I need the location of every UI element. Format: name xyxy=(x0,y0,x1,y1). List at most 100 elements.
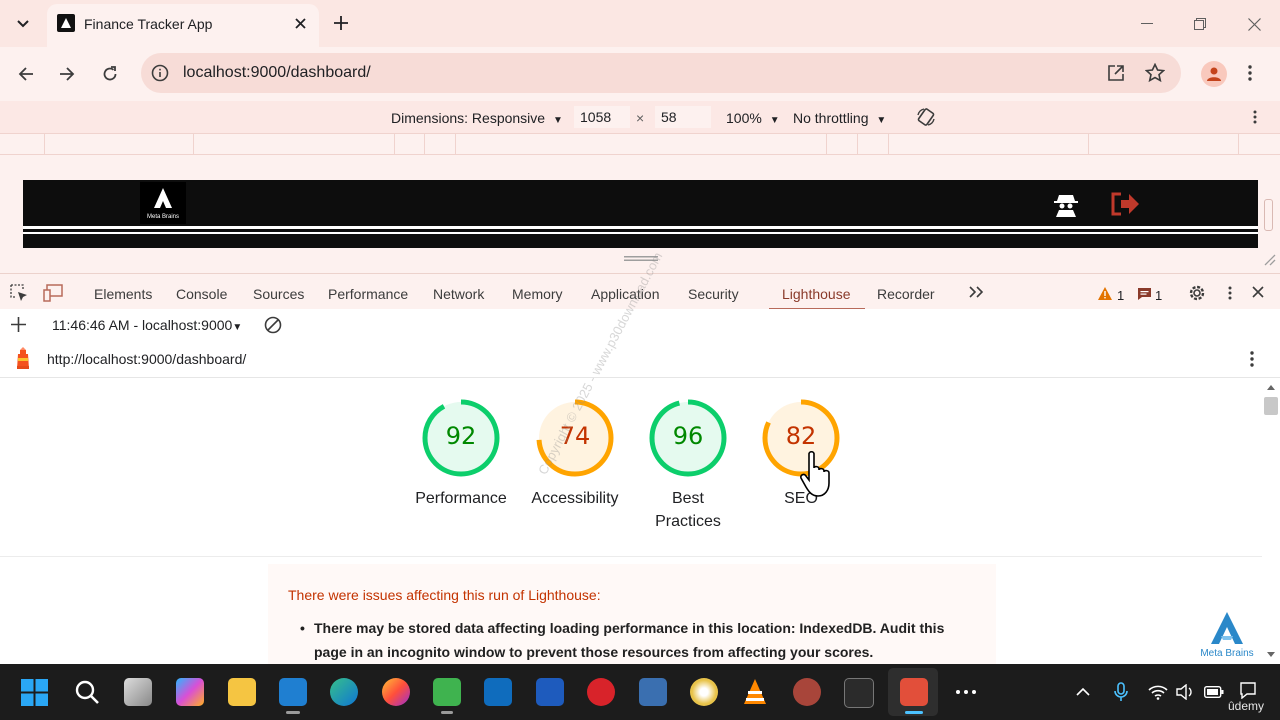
width-input[interactable]: 1058 xyxy=(574,106,630,128)
zoom-select[interactable]: 100% ▼ xyxy=(726,110,780,126)
tab-search-button[interactable] xyxy=(10,12,36,36)
vscode-icon[interactable] xyxy=(279,678,307,706)
report-menu-icon[interactable] xyxy=(1250,351,1254,367)
reload-button[interactable] xyxy=(97,61,123,87)
minimize-button[interactable] xyxy=(1135,12,1159,36)
tab-console[interactable]: Console xyxy=(176,286,227,302)
restore-icon xyxy=(1194,18,1206,30)
report-scrollbar[interactable] xyxy=(1262,378,1280,664)
wifi-icon[interactable] xyxy=(1148,684,1168,700)
profile-avatar[interactable] xyxy=(1201,61,1227,87)
device-toggle-icon[interactable] xyxy=(43,284,63,302)
message-icon[interactable] xyxy=(1138,288,1151,300)
spy-agent-icon[interactable] xyxy=(1052,190,1080,218)
tab-network[interactable]: Network xyxy=(433,286,484,302)
camtasia-icon[interactable] xyxy=(433,678,461,706)
task-view-icon[interactable] xyxy=(124,678,152,706)
report-select-value: 11:46:46 AM - localhost:9000 xyxy=(52,317,233,333)
url-text[interactable]: localhost:9000/dashboard/ xyxy=(183,64,371,82)
media-disc-icon[interactable] xyxy=(690,678,718,706)
score-gauge-best-practices[interactable]: 96 xyxy=(648,398,728,478)
copilot-tray-icon[interactable] xyxy=(1238,681,1258,699)
device-toolbar-more-icon[interactable] xyxy=(1253,110,1257,124)
close-devtools-icon[interactable] xyxy=(1252,286,1264,298)
warnings-count[interactable]: 1 xyxy=(1117,288,1124,303)
chrome-canary-icon[interactable] xyxy=(900,678,928,706)
more-apps-icon[interactable] xyxy=(956,690,976,694)
height-input[interactable]: 58 xyxy=(655,106,711,128)
warning-title: There were issues affecting this run of … xyxy=(288,587,601,603)
outlook-icon[interactable] xyxy=(484,678,512,706)
tab-close-icon[interactable] xyxy=(291,14,309,32)
browser-tab[interactable]: Finance Tracker App xyxy=(47,4,319,47)
reload-icon xyxy=(103,66,117,81)
restore-button[interactable] xyxy=(1188,12,1212,36)
score-gauge-performance[interactable]: 92 xyxy=(421,398,501,478)
site-info-icon[interactable] xyxy=(151,64,169,82)
dimensions-select[interactable]: Dimensions: Responsive ▼ xyxy=(391,110,563,126)
new-tab-button[interactable] xyxy=(330,12,352,34)
copilot-icon[interactable] xyxy=(176,678,204,706)
arrow-right-icon xyxy=(60,67,75,81)
user-photo-icon[interactable] xyxy=(793,678,821,706)
site-navbar: Meta Brains xyxy=(23,180,1258,248)
caret-down-icon: ▼ xyxy=(769,115,780,126)
back-button[interactable] xyxy=(13,61,39,87)
dimensions-label: Dimensions: Responsive xyxy=(391,110,546,126)
throttling-value: No throttling xyxy=(793,110,869,126)
remote-desktop-icon[interactable] xyxy=(639,678,667,706)
volume-icon[interactable] xyxy=(1176,684,1194,700)
inspect-element-icon[interactable] xyxy=(10,284,28,302)
tray-chevron-up-icon[interactable] xyxy=(1076,687,1090,696)
corner-resize-icon[interactable] xyxy=(1262,252,1276,266)
report-url[interactable]: http://localhost:9000/dashboard/ xyxy=(47,351,246,367)
warning-icon[interactable] xyxy=(1098,287,1112,300)
tab-recorder[interactable]: Recorder xyxy=(877,286,935,302)
address-bar[interactable]: localhost:9000/dashboard/ xyxy=(141,53,1181,93)
throttling-select[interactable]: No throttling ▼ xyxy=(793,110,886,126)
site-logo[interactable]: Meta Brains xyxy=(140,182,186,224)
forward-button[interactable] xyxy=(54,61,80,87)
tab-sources[interactable]: Sources xyxy=(253,286,304,302)
windows-start-icon[interactable] xyxy=(21,679,48,706)
new-report-plus-icon[interactable] xyxy=(11,317,26,332)
media-query-ruler[interactable] xyxy=(0,133,1280,155)
settings-gear-icon[interactable] xyxy=(1188,284,1206,302)
windows-taskbar: ûdemy xyxy=(0,664,1280,720)
open-in-new-window-icon[interactable] xyxy=(1107,64,1125,82)
gauge-label: Accessibility xyxy=(531,490,619,507)
tab-elements[interactable]: Elements xyxy=(94,286,152,302)
report-select[interactable]: 11:46:46 AM - localhost:9000▼ xyxy=(52,317,242,333)
running-indicator xyxy=(286,711,300,714)
zoom-value: 100% xyxy=(726,110,762,126)
microphone-icon[interactable] xyxy=(1114,682,1128,702)
terminal-icon[interactable] xyxy=(844,678,874,708)
plus-icon xyxy=(334,16,348,30)
close-window-button[interactable] xyxy=(1242,12,1266,36)
app-icon-red[interactable] xyxy=(587,678,615,706)
scores-divider xyxy=(0,556,1262,557)
firefox-icon[interactable] xyxy=(382,678,410,706)
gauge-label: Performance xyxy=(415,490,507,507)
tab-security[interactable]: Security xyxy=(688,286,739,302)
caret-down-icon: ▼ xyxy=(552,115,563,126)
vlc-icon[interactable] xyxy=(741,678,769,706)
word-icon[interactable] xyxy=(536,678,564,706)
devtools-menu-icon[interactable] xyxy=(1228,286,1232,300)
search-icon[interactable] xyxy=(74,679,100,705)
viewport-right-resize-handle[interactable] xyxy=(1264,199,1273,231)
bookmark-star-icon[interactable] xyxy=(1145,63,1165,83)
chrome-menu-icon[interactable] xyxy=(1248,65,1252,81)
tab-performance[interactable]: Performance xyxy=(328,286,408,302)
tab-lighthouse[interactable]: Lighthouse xyxy=(782,286,851,302)
caret-down-icon: ▼ xyxy=(876,115,887,126)
logout-icon[interactable] xyxy=(1109,190,1141,218)
file-explorer-icon[interactable] xyxy=(228,678,256,706)
battery-icon[interactable] xyxy=(1204,686,1224,698)
rotate-icon[interactable] xyxy=(916,107,936,127)
tab-memory[interactable]: Memory xyxy=(512,286,563,302)
edge-icon[interactable] xyxy=(330,678,358,706)
messages-count[interactable]: 1 xyxy=(1155,288,1162,303)
clear-all-icon[interactable] xyxy=(264,316,282,334)
more-tabs-icon[interactable] xyxy=(968,286,984,298)
